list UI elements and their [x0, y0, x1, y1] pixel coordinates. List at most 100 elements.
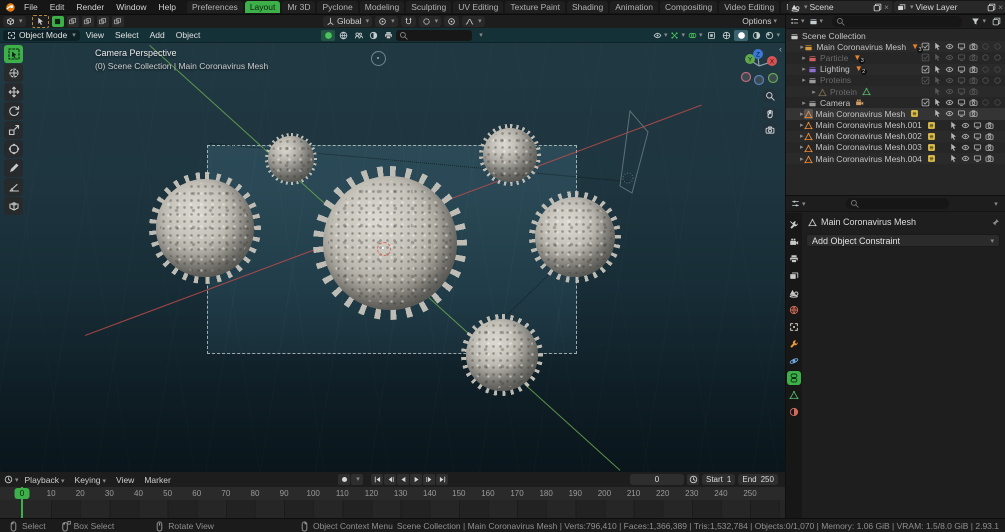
previous-keyframe-button[interactable] [384, 473, 396, 485]
viewport-disable-toggle[interactable] [972, 143, 984, 152]
header-tool-button-0[interactable] [321, 29, 335, 41]
properties-tab-view-layer[interactable] [787, 269, 801, 283]
exclude-checkbox[interactable] [919, 65, 931, 74]
add-object-constraint-button[interactable]: Add Object Constraint ▾ [806, 234, 1000, 247]
object-visibility-dropdown[interactable]: ▾ [652, 30, 669, 41]
viewport-disable-toggle[interactable] [955, 42, 967, 51]
view-layer-selector[interactable]: ▾ View Layer × [894, 1, 1005, 13]
tool-measure-button[interactable] [4, 178, 23, 196]
indirect-toggle[interactable] [991, 53, 1003, 62]
selectable-toggle[interactable] [931, 109, 943, 118]
tool-add-cube-button[interactable] [4, 197, 23, 215]
clear-scene-icon[interactable]: × [884, 2, 889, 12]
coronavirus-mesh-2[interactable] [479, 124, 541, 186]
timeline-editor-type-button[interactable]: ▾ [3, 474, 20, 485]
viewport-menu-select[interactable]: Select [110, 30, 144, 40]
disclosure-arrow-icon[interactable]: ▸ [800, 99, 808, 107]
render-disable-toggle[interactable] [984, 154, 996, 163]
selectable-toggle[interactable] [948, 154, 960, 163]
exclude-checkbox[interactable] [919, 98, 931, 107]
render-disable-toggle[interactable] [967, 53, 979, 62]
light-object[interactable] [371, 51, 386, 66]
outliner-display-mode-button[interactable]: ▾ [808, 16, 825, 27]
workspace-tab-pyclone[interactable]: Pyclone [317, 1, 358, 13]
workspace-tab-preferences[interactable]: Preferences [186, 1, 243, 13]
disclosure-arrow-icon[interactable]: ▸ [810, 88, 818, 96]
hide-toggle[interactable] [960, 143, 972, 152]
hide-toggle[interactable] [943, 87, 955, 96]
selectable-toggle[interactable] [931, 53, 943, 62]
render-disable-toggle[interactable] [984, 143, 996, 152]
properties-tab-render[interactable] [787, 235, 801, 249]
outliner-row-main-coronavirus-mesh-002[interactable]: ▸ Main Coronavirus Mesh.002 [786, 131, 1005, 142]
indirect-toggle[interactable] [991, 65, 1003, 74]
workspace-tab-animation[interactable]: Animation [610, 1, 659, 13]
header-tool-button-2[interactable] [351, 30, 365, 41]
shading-rendered-button[interactable]: ▾ [764, 30, 781, 41]
shading-solid-button[interactable] [734, 29, 749, 41]
copy-icon[interactable] [873, 3, 882, 12]
pan-button[interactable] [762, 106, 777, 121]
holdout-toggle[interactable] [979, 53, 991, 62]
outliner-row-protein[interactable]: ▸ Protein [786, 86, 1005, 97]
properties-tab-scene[interactable] [787, 286, 801, 300]
start-frame-field[interactable]: Start 1 [702, 473, 736, 485]
outliner-search-input[interactable] [832, 15, 963, 27]
viewport-search-input[interactable] [396, 29, 472, 41]
properties-tab-world[interactable] [787, 303, 801, 317]
properties-tab-tool[interactable] [787, 218, 801, 232]
render-disable-toggle[interactable] [967, 65, 979, 74]
exclude-checkbox[interactable] [919, 76, 931, 85]
coronavirus-mesh-3[interactable] [529, 191, 621, 283]
viewport-3d[interactable]: Camera Perspective (0) Scene Collection … [0, 42, 785, 472]
sidebar-collapse-arrow-icon[interactable]: ‹ [779, 44, 782, 54]
properties-tab-modifiers[interactable] [787, 337, 801, 351]
timeline-menu-marker[interactable]: Marker [139, 475, 175, 485]
disclosure-arrow-icon[interactable]: ▸ [800, 65, 808, 73]
outliner-row-main-coronavirus-mesh-003[interactable]: ▸ Main Coronavirus Mesh.003 [786, 142, 1005, 153]
current-frame-badge[interactable]: 0 [14, 488, 30, 499]
play-reverse-button[interactable] [397, 473, 409, 485]
outliner-row-main-coronavirus-mesh[interactable]: ▸ Main Coronavirus Mesh ▼ 3 [786, 41, 1005, 53]
workspace-tab-layout[interactable]: Layout [244, 1, 281, 13]
proportional-edit-toggle[interactable] [444, 15, 460, 27]
viewport-disable-toggle[interactable] [972, 154, 984, 163]
hide-toggle[interactable] [943, 65, 955, 74]
holdout-toggle[interactable] [979, 76, 991, 85]
blender-logo[interactable] [5, 1, 16, 12]
options-dropdown[interactable]: Options ▾ [742, 16, 777, 26]
pin-icon[interactable] [991, 217, 1000, 227]
header-tool-button-3[interactable] [366, 30, 380, 41]
properties-tab-object[interactable] [787, 320, 801, 334]
menu-render[interactable]: Render [70, 2, 110, 12]
outliner-row-main-coronavirus-mesh[interactable]: ▸ Main Coronavirus Mesh [786, 108, 1005, 120]
selectable-toggle[interactable] [948, 132, 960, 141]
select-mode-button-4[interactable] [111, 15, 124, 27]
render-disable-toggle[interactable] [967, 109, 979, 118]
editor-type-button[interactable]: ▾ [3, 15, 26, 27]
viewport-disable-toggle[interactable] [955, 98, 967, 107]
selectable-toggle[interactable] [948, 121, 960, 130]
properties-tab-constraints[interactable] [787, 371, 801, 385]
select-mode-button-1[interactable] [66, 15, 79, 27]
exclude-checkbox[interactable] [919, 53, 931, 62]
outliner-editor-type-button[interactable]: ▾ [789, 16, 806, 27]
properties-tab-material[interactable] [787, 405, 801, 419]
menu-window[interactable]: Window [110, 2, 152, 12]
hide-toggle[interactable] [943, 53, 955, 62]
viewport-disable-toggle[interactable] [955, 87, 967, 96]
jump-to-start-button[interactable] [371, 473, 383, 485]
hide-toggle[interactable] [960, 132, 972, 141]
selectable-toggle[interactable] [931, 87, 943, 96]
workspace-tab-texture-paint[interactable]: Texture Paint [505, 1, 565, 13]
render-disable-toggle[interactable] [984, 121, 996, 130]
disclosure-arrow-icon[interactable]: ▸ [800, 54, 808, 62]
auto-key-dropdown[interactable]: ▾ [351, 473, 363, 485]
outliner-row-proteins[interactable]: ▸ Proteins [786, 75, 1005, 86]
viewport-disable-toggle[interactable] [955, 53, 967, 62]
select-mode-button-3[interactable] [96, 15, 109, 27]
outliner-row-main-coronavirus-mesh-004[interactable]: ▸ Main Coronavirus Mesh.004 [786, 153, 1005, 164]
mode-dropdown[interactable]: Object Mode ▾ [3, 29, 80, 41]
holdout-toggle[interactable] [979, 42, 991, 51]
jump-to-end-button[interactable] [436, 473, 448, 485]
